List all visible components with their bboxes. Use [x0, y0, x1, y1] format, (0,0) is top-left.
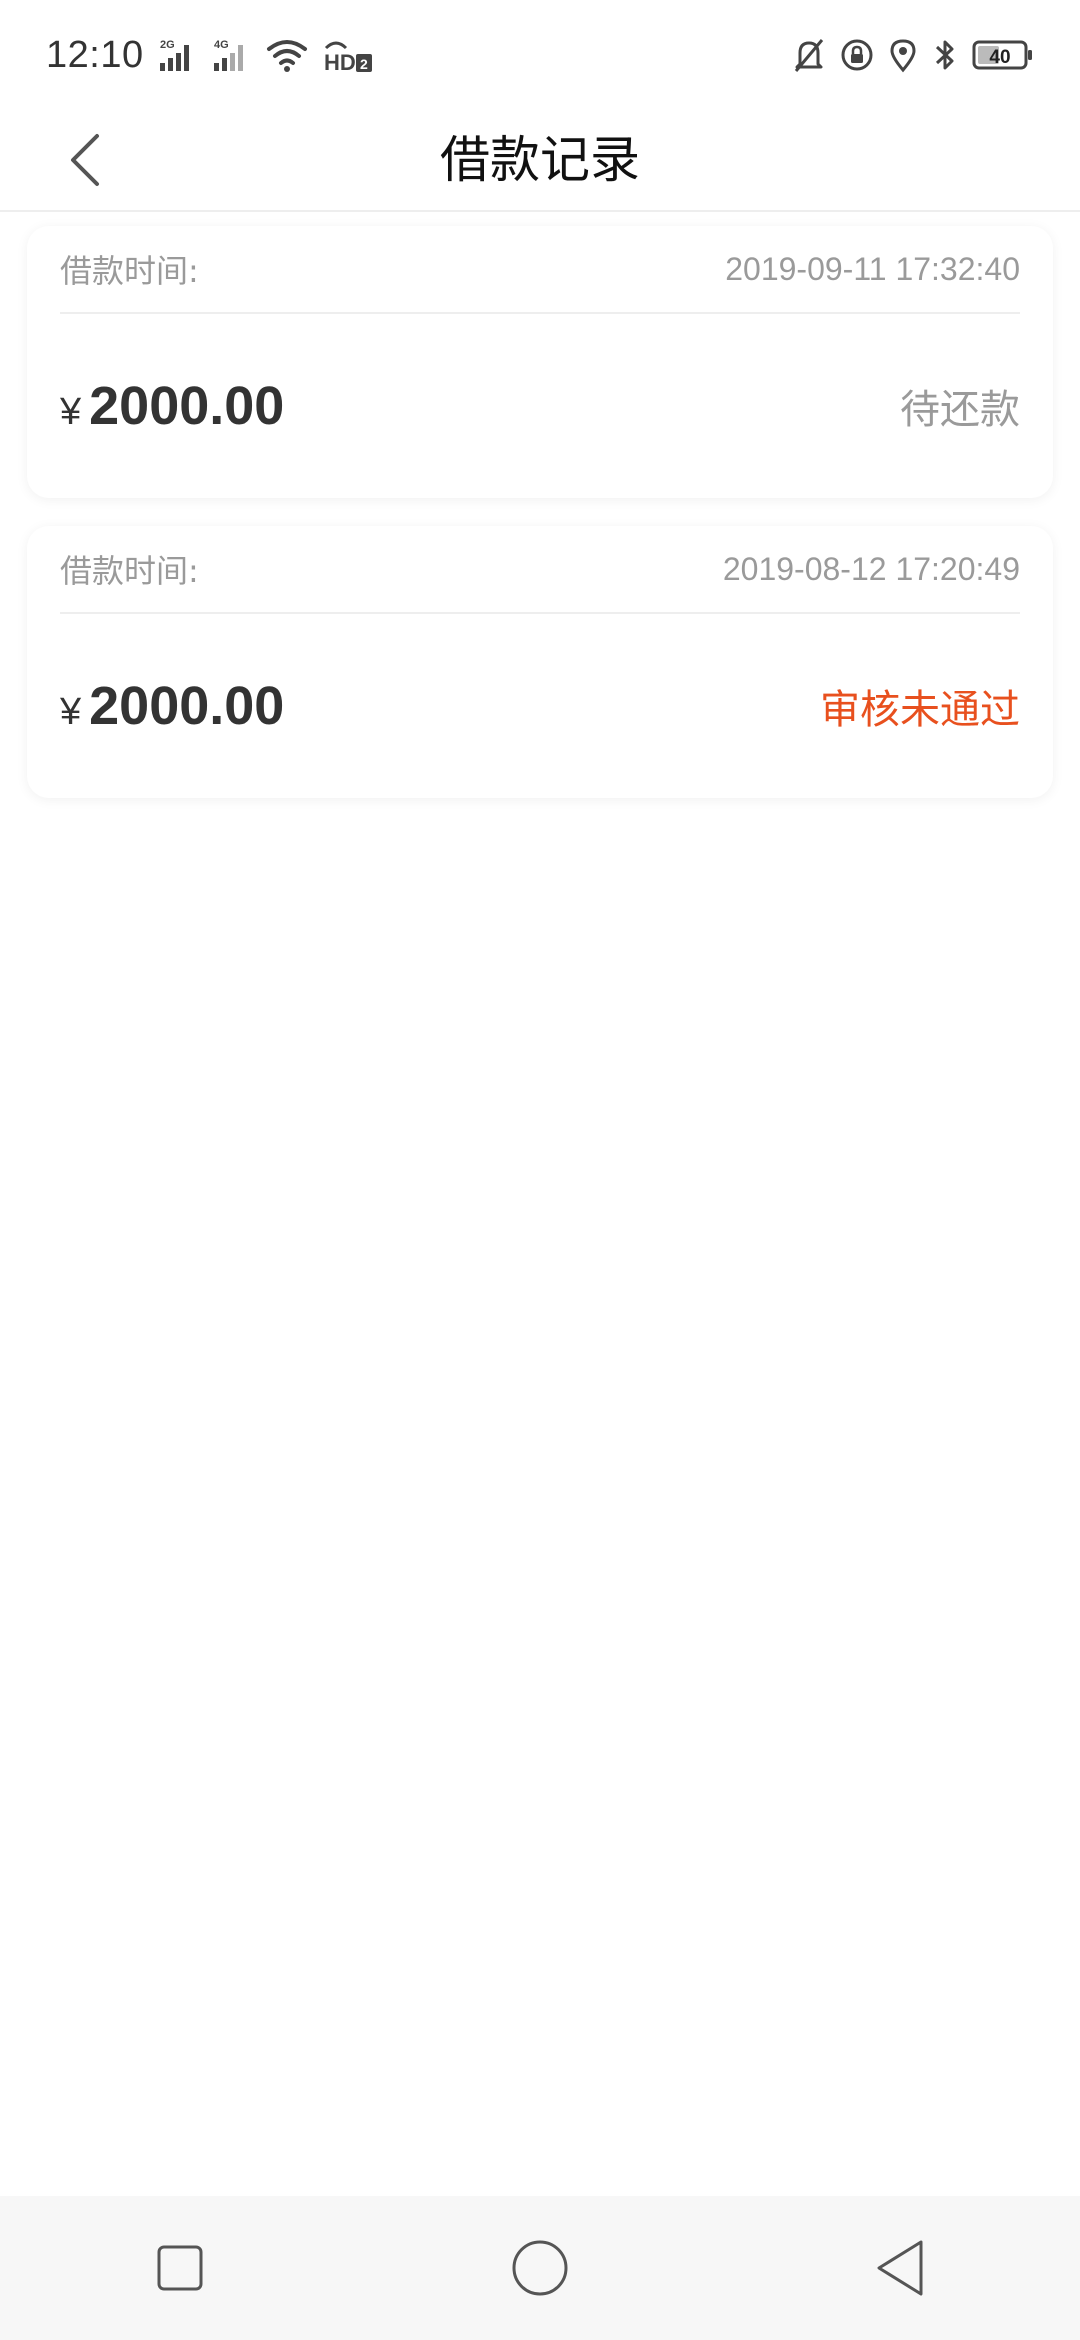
network-4g-label: 4G [214, 39, 229, 51]
record-bottom: ¥ 2000.00 待还款 [60, 314, 1020, 498]
status-bar: 12:10 2G 4G HD 2 40 [0, 0, 1080, 110]
record-time-label: 借款时间: [60, 252, 199, 290]
amount-value: 2000.00 [89, 676, 285, 736]
status-right: 40 [792, 37, 1034, 73]
record-top: 借款时间: 2019-09-11 17:32:40 [60, 226, 1020, 314]
records-list: 借款时间: 2019-09-11 17:32:40 ¥ 2000.00 待还款 … [27, 226, 1053, 826]
rotation-lock-icon [840, 37, 874, 73]
record-card-2[interactable]: 借款时间: 2019-08-12 17:20:49 ¥ 2000.00 审核未通… [27, 526, 1053, 798]
record-time-value: 2019-09-11 17:32:40 [725, 250, 1020, 287]
record-status: 待还款 [900, 387, 1020, 433]
network-2g-label: 2G [160, 39, 175, 51]
header: 借款记录 [0, 110, 1080, 212]
recent-apps-button[interactable] [120, 2218, 240, 2318]
hd-sub-label: 2 [360, 56, 368, 72]
record-time-label: 借款时间: [60, 552, 199, 590]
record-time-value: 2019-08-12 17:20:49 [722, 550, 1020, 587]
currency-symbol: ¥ [60, 391, 82, 433]
record-status: 审核未通过 [820, 687, 1020, 733]
record-top: 借款时间: 2019-08-12 17:20:49 [60, 526, 1020, 614]
location-icon [888, 37, 918, 73]
signal-4g-icon: 4G [212, 37, 252, 73]
bluetooth-icon [932, 37, 958, 73]
record-amount: ¥ 2000.00 [60, 375, 284, 437]
home-button[interactable] [480, 2218, 600, 2318]
battery-level: 40 [989, 47, 1010, 68]
recent-apps-icon [157, 2245, 203, 2291]
record-bottom: ¥ 2000.00 审核未通过 [60, 614, 1020, 798]
amount-value: 2000.00 [89, 376, 285, 436]
record-amount: ¥ 2000.00 [60, 675, 284, 737]
back-icon [877, 2240, 923, 2296]
home-icon [512, 2240, 568, 2296]
page-title: 借款记录 [440, 131, 640, 189]
status-left: 12:10 2G 4G HD 2 [46, 34, 374, 77]
nav-back-button[interactable] [840, 2218, 960, 2318]
nav-bar [0, 2196, 1080, 2340]
wifi-icon [266, 37, 308, 73]
hd-label: HD [324, 50, 356, 74]
hd-voice-icon: HD 2 [322, 36, 374, 74]
alarm-off-icon [792, 37, 826, 73]
signal-2g-icon: 2G [158, 37, 198, 73]
status-time: 12:10 [46, 33, 144, 76]
record-card-1[interactable]: 借款时间: 2019-09-11 17:32:40 ¥ 2000.00 待还款 [27, 226, 1053, 498]
battery-icon: 40 [972, 39, 1034, 71]
currency-symbol: ¥ [60, 691, 82, 733]
